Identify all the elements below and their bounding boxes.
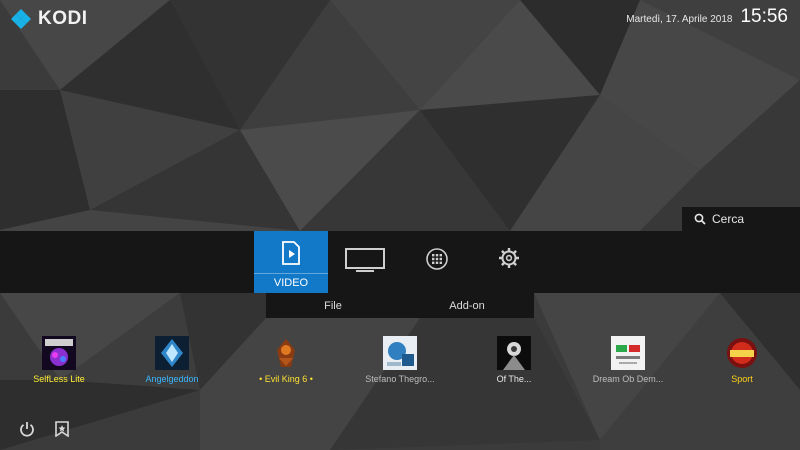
addon-tile[interactable]: SelfLess Lite	[4, 336, 114, 384]
addon-label: Sport	[731, 374, 753, 384]
addon-thumbnail	[727, 338, 757, 368]
addon-label: • Evil King 6 •	[259, 374, 313, 384]
addon-tile[interactable]: Dream Ob Dem...	[573, 336, 683, 384]
addon-thumbnail	[42, 336, 76, 370]
addon-tile[interactable]: Stefano Thegro...	[345, 336, 455, 384]
addon-label: Stefano Thegro...	[365, 374, 435, 384]
addon-thumbnail	[277, 339, 295, 367]
addon-label: Angelgeddon	[145, 374, 199, 384]
addon-label: SelfLess Lite	[33, 374, 85, 384]
addon-tile[interactable]: Angelgeddon	[117, 336, 227, 384]
addon-thumbnail	[155, 336, 189, 370]
addon-shortcuts-row: SelfLess Lite Angelgeddon • Evil King 6 …	[0, 0, 800, 450]
addon-thumbnail	[383, 336, 417, 370]
addon-tile[interactable]: Of The...	[459, 336, 569, 384]
addon-label: Of The...	[496, 374, 532, 384]
addon-tile[interactable]: Sport	[687, 336, 797, 384]
bottom-controls	[19, 421, 69, 437]
addon-tile[interactable]: • Evil King 6 •	[231, 336, 341, 384]
addon-thumbnail	[611, 336, 645, 370]
addon-label: Dream Ob Dem...	[592, 374, 664, 384]
power-icon[interactable]	[19, 421, 35, 437]
favourites-icon[interactable]	[55, 421, 69, 437]
addon-thumbnail	[497, 336, 531, 370]
